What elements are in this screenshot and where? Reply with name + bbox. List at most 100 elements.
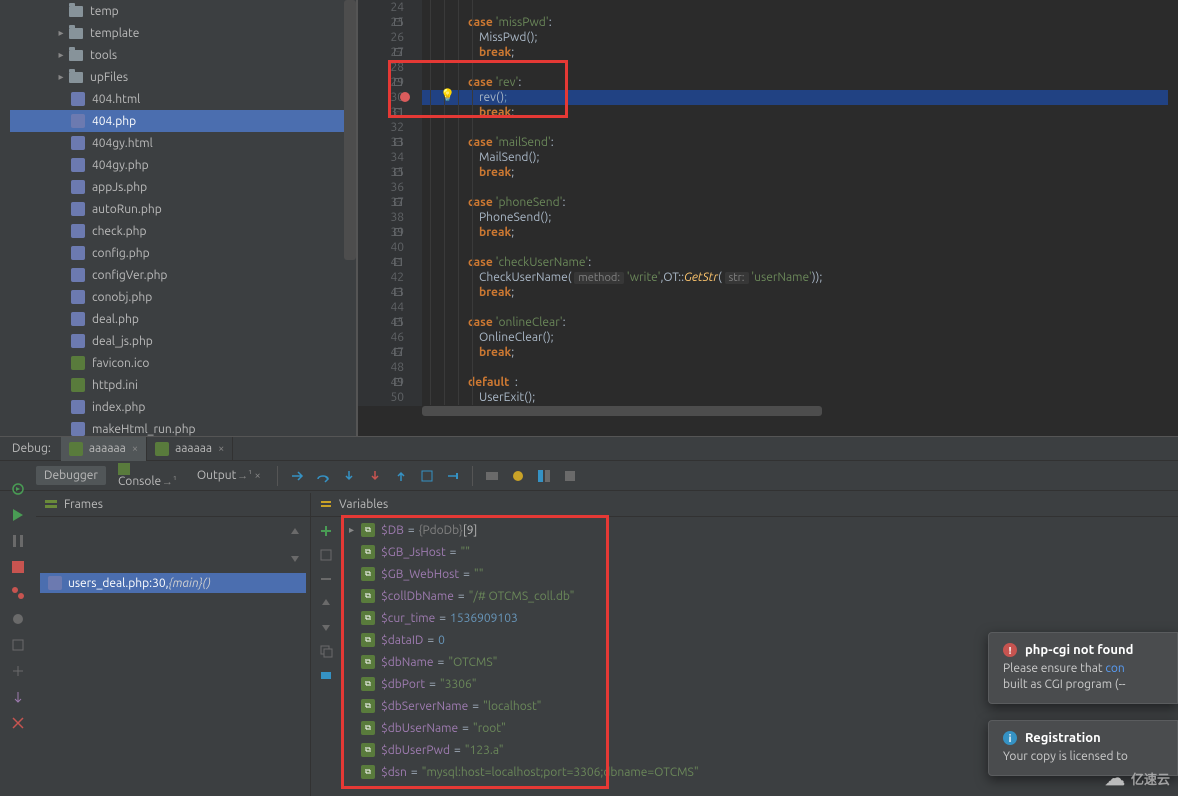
file-item[interactable]: appJs.php: [10, 176, 356, 198]
frame-down-icon[interactable]: [284, 547, 306, 569]
file-item[interactable]: autoRun.php: [10, 198, 356, 220]
settings-icon[interactable]: [559, 465, 581, 487]
add-watch-icon[interactable]: [318, 523, 334, 539]
gutter-line[interactable]: 29−: [358, 75, 404, 90]
gutter-line[interactable]: 46: [358, 330, 404, 345]
gutter-line[interactable]: 50: [358, 390, 404, 405]
gutter-line[interactable]: 45−: [358, 315, 404, 330]
step-out-icon[interactable]: [390, 465, 412, 487]
mute-breakpoints-icon[interactable]: [10, 611, 26, 627]
code-line[interactable]: OnlineClear();: [422, 330, 1168, 345]
close-icon[interactable]: ×: [218, 443, 224, 455]
gutter-line[interactable]: 40: [358, 240, 404, 255]
code-line[interactable]: case 'missPwd':: [422, 15, 1168, 30]
code-line[interactable]: default :: [422, 375, 1168, 390]
file-tree[interactable]: temp▸template▸tools▸upFiles404.html404.p…: [10, 0, 356, 436]
gutter-line[interactable]: 35−: [358, 165, 404, 180]
gutter-line[interactable]: 36: [358, 180, 404, 195]
code-line[interactable]: [422, 60, 1168, 75]
resume-icon[interactable]: [10, 507, 26, 523]
layout-icon[interactable]: [533, 465, 555, 487]
tree-scrollbar[interactable]: [344, 0, 356, 260]
folder-item[interactable]: ▸tools: [10, 44, 356, 66]
gutter-line[interactable]: 43−: [358, 285, 404, 300]
fold-icon[interactable]: −: [394, 228, 402, 236]
gutter-line[interactable]: 32: [358, 120, 404, 135]
nav-up-icon[interactable]: [318, 595, 334, 611]
code-line[interactable]: break;: [422, 285, 1168, 300]
variable-row[interactable]: ⧉$GB_WebHost = "": [341, 563, 1178, 585]
file-item[interactable]: favicon.ico: [10, 352, 356, 374]
fold-icon[interactable]: −: [394, 108, 402, 116]
fold-icon[interactable]: −: [394, 318, 402, 326]
fold-icon[interactable]: −: [394, 78, 402, 86]
code-line[interactable]: PhoneSend();: [422, 210, 1168, 225]
code-line[interactable]: case 'phoneSend':: [422, 195, 1168, 210]
code-line[interactable]: MailSend();: [422, 150, 1168, 165]
gutter-line[interactable]: 47−: [358, 345, 404, 360]
code-line[interactable]: break;: [422, 345, 1168, 360]
code-editor[interactable]: 2425−2627−2829−3031−3233−3435−3637−3839−…: [358, 0, 1178, 436]
debugger-tab[interactable]: Debugger: [36, 466, 106, 485]
code-line[interactable]: case 'mailSend':: [422, 135, 1168, 150]
file-item[interactable]: conobj.php: [10, 286, 356, 308]
fold-icon[interactable]: −: [394, 348, 402, 356]
view-breakpoints-icon[interactable]: [10, 585, 26, 601]
drop-frame-icon[interactable]: [416, 465, 438, 487]
close-panel-icon[interactable]: [10, 715, 26, 731]
variable-row[interactable]: ⧉$GB_JsHost = "": [341, 541, 1178, 563]
folder-item[interactable]: temp: [10, 0, 356, 22]
file-item[interactable]: config.php: [10, 242, 356, 264]
step-into-icon[interactable]: [338, 465, 360, 487]
gutter-line[interactable]: 42: [358, 270, 404, 285]
folder-item[interactable]: ▸upFiles: [10, 66, 356, 88]
breakpoint-icon[interactable]: [400, 92, 410, 102]
gutter-line[interactable]: 37−: [358, 195, 404, 210]
code-line[interactable]: UserExit();: [422, 390, 1168, 405]
fold-icon[interactable]: −: [394, 378, 402, 386]
code-line[interactable]: CheckUserName( method: 'write',OT::GetSt…: [422, 270, 1168, 285]
gutter-line[interactable]: 25−: [358, 15, 404, 30]
file-item[interactable]: httpd.ini: [10, 374, 356, 396]
code-line[interactable]: break;: [422, 165, 1168, 180]
configure-link[interactable]: con: [1105, 662, 1124, 675]
editor-gutter[interactable]: 2425−2627−2829−3031−3233−3435−3637−3839−…: [358, 0, 422, 406]
frame-item[interactable]: users_deal.php:30, {main}(): [40, 573, 306, 593]
file-item[interactable]: index.php: [10, 396, 356, 418]
variable-row[interactable]: ⧉$cur_time = 1536909103: [341, 607, 1178, 629]
stop-icon[interactable]: [10, 559, 26, 575]
file-item[interactable]: 404.html: [10, 88, 356, 110]
force-step-into-icon[interactable]: [364, 465, 386, 487]
code-line[interactable]: case 'rev':: [422, 75, 1168, 90]
chevron-right-icon[interactable]: ▸: [349, 524, 361, 536]
gutter-line[interactable]: 26: [358, 30, 404, 45]
gutter-line[interactable]: 33−: [358, 135, 404, 150]
code-line[interactable]: [422, 180, 1168, 195]
code-line[interactable]: MissPwd();: [422, 30, 1168, 45]
fold-icon[interactable]: −: [394, 168, 402, 176]
file-item[interactable]: deal_js.php: [10, 330, 356, 352]
fold-icon[interactable]: −: [394, 288, 402, 296]
code-line[interactable]: case 'onlineClear':: [422, 315, 1168, 330]
code-line[interactable]: case 'checkUserName':: [422, 255, 1168, 270]
console-tab[interactable]: Console →¹: [110, 460, 185, 491]
error-notification[interactable]: !php-cgi not found Please ensure that co…: [988, 632, 1178, 704]
show-watches-icon[interactable]: [318, 667, 334, 683]
get-thread-dump-icon[interactable]: [10, 637, 26, 653]
restore-layout-icon[interactable]: [10, 663, 26, 679]
gutter-line[interactable]: 44: [358, 300, 404, 315]
pause-icon[interactable]: [10, 533, 26, 549]
show-execution-point-icon[interactable]: [286, 465, 308, 487]
gutter-line[interactable]: 48: [358, 360, 404, 375]
close-icon[interactable]: ×: [132, 443, 138, 455]
code-line[interactable]: break;: [422, 225, 1168, 240]
variable-row[interactable]: ▸⧉$DB = {PdoDb} [9]: [341, 519, 1178, 541]
code-line[interactable]: [422, 0, 1168, 15]
code-line[interactable]: [422, 360, 1168, 375]
output-tab[interactable]: Output →¹ ×: [189, 466, 269, 485]
pin-icon[interactable]: [10, 689, 26, 705]
gutter-line[interactable]: 49−: [358, 375, 404, 390]
debug-tab-2[interactable]: aaaaaa ×: [147, 437, 233, 461]
file-item[interactable]: deal.php: [10, 308, 356, 330]
code-area[interactable]: case 'missPwd': MissPwd(); break; case 'r…: [422, 0, 1168, 406]
